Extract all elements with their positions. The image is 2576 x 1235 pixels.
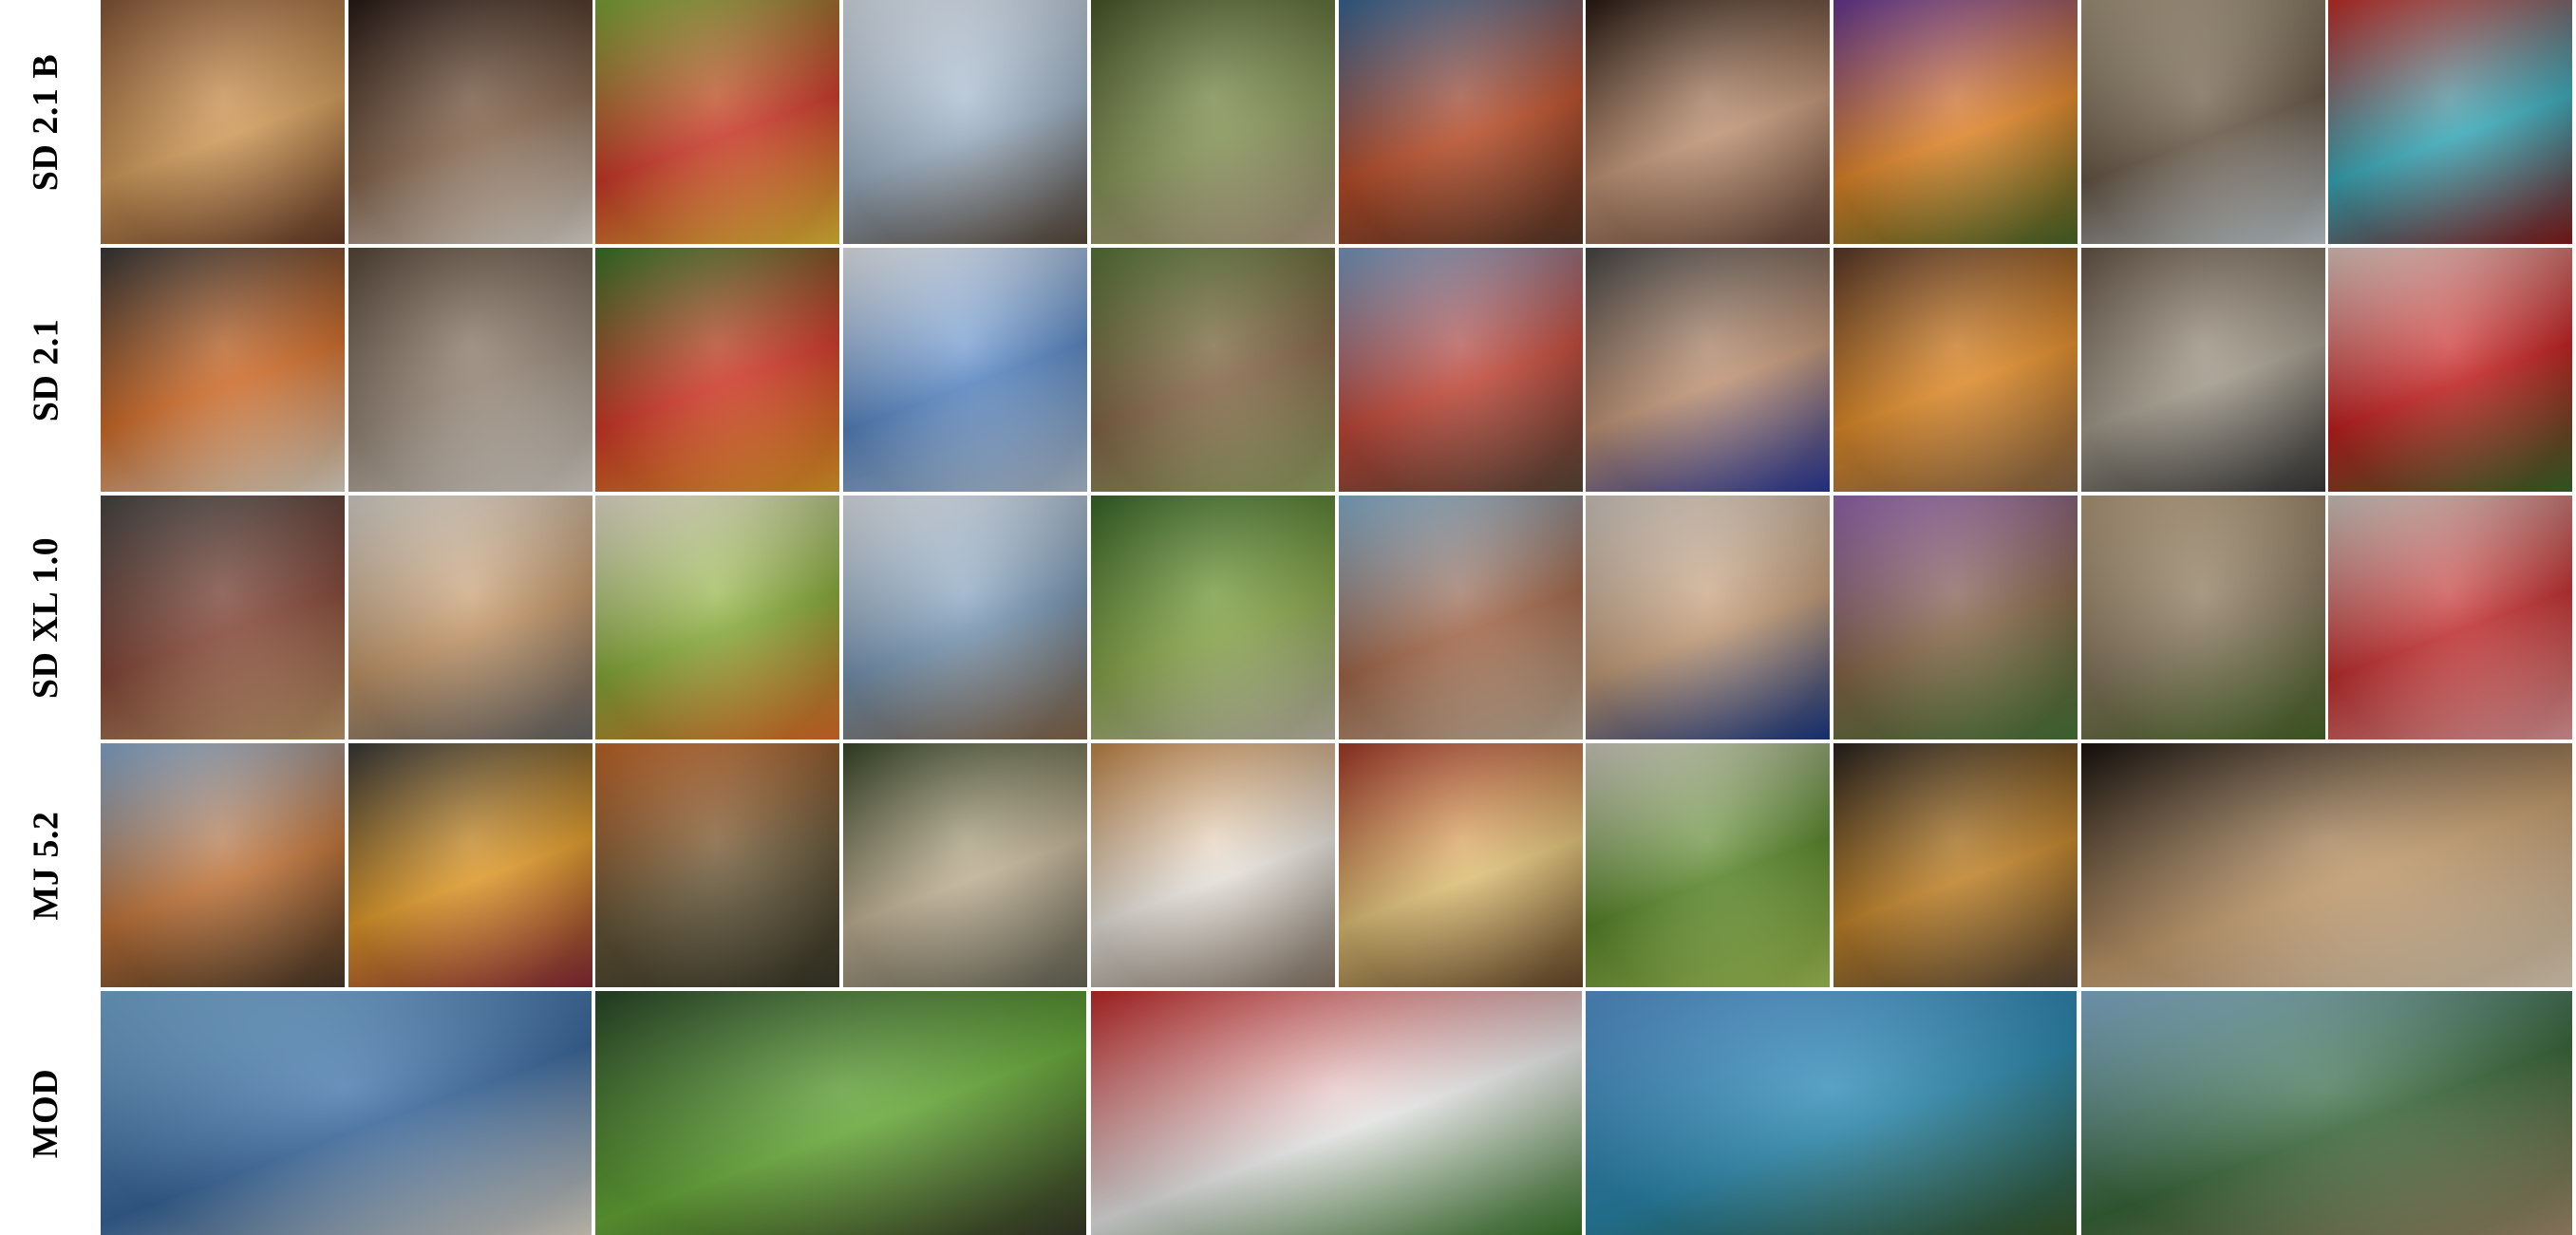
man-portrait-image	[1586, 248, 1830, 492]
row-label-text: SD 2.1	[26, 318, 66, 421]
man-portrait-image	[1586, 0, 1830, 244]
steam-train-image	[1833, 743, 2078, 987]
dog-cat-bed-image	[1091, 743, 1335, 987]
flower-field-image	[1091, 991, 1582, 1235]
stone-arch-image	[2081, 496, 2325, 739]
snowy-village-image	[843, 0, 1087, 244]
food-platter-image	[101, 0, 345, 244]
row-label: MOD	[0, 991, 91, 1235]
cats-image	[348, 496, 592, 739]
stone-arch-image	[2081, 0, 2325, 244]
row-label-text: SD 2.1 B	[26, 53, 66, 191]
food-platter-image	[101, 496, 345, 739]
cooking-pot-image	[348, 743, 592, 987]
row-label: SD XL 1.0	[0, 496, 91, 739]
butterfly-flower-image	[1833, 248, 2078, 492]
roses-vase-image	[2328, 496, 2572, 739]
baseball-player-image	[101, 743, 345, 987]
autumn-lake-image	[595, 743, 839, 987]
broccoli-image	[1586, 743, 1830, 987]
cats-image	[348, 248, 592, 492]
forest-path-image	[1091, 496, 1335, 739]
crowd-image	[1339, 496, 1583, 739]
cats-image	[348, 0, 592, 244]
row-label-text: SD XL 1.0	[26, 536, 66, 699]
winged-lion-image	[843, 743, 1087, 987]
wedding-cake-image	[2081, 743, 2572, 987]
produce-stand-image	[595, 0, 839, 244]
produce-stand-image	[595, 248, 839, 492]
retro-kitchen-image	[1339, 743, 1583, 987]
butterfly-flower-image	[1833, 496, 2078, 739]
harbor-city-image	[101, 991, 592, 1235]
produce-stand-image	[595, 496, 839, 739]
forest-path-image	[1091, 0, 1335, 244]
cliff-trees-lake-image	[2081, 991, 2572, 1235]
row-label: SD 2.1	[0, 248, 91, 492]
frogs-bird-image	[595, 991, 1086, 1235]
snowy-village-image	[843, 496, 1087, 739]
man-portrait-image	[1586, 496, 1830, 739]
roses-vase-image	[2328, 248, 2572, 492]
row-label: MJ 5.2	[0, 743, 91, 987]
snowy-village-image	[843, 248, 1087, 492]
forest-path-image	[1091, 248, 1335, 492]
crowd-image	[1339, 248, 1583, 492]
roses-vase-image	[2328, 0, 2572, 244]
food-platter-image	[101, 248, 345, 492]
row-label-text: MJ 5.2	[26, 811, 66, 920]
mountain-lake-cabin-image	[1586, 991, 2077, 1235]
butterfly-flower-image	[1833, 0, 2078, 244]
row-label: SD 2.1 B	[0, 0, 91, 244]
row-label-text: MOD	[26, 1068, 66, 1158]
stone-arch-image	[2081, 248, 2325, 492]
crowd-image	[1339, 0, 1583, 244]
